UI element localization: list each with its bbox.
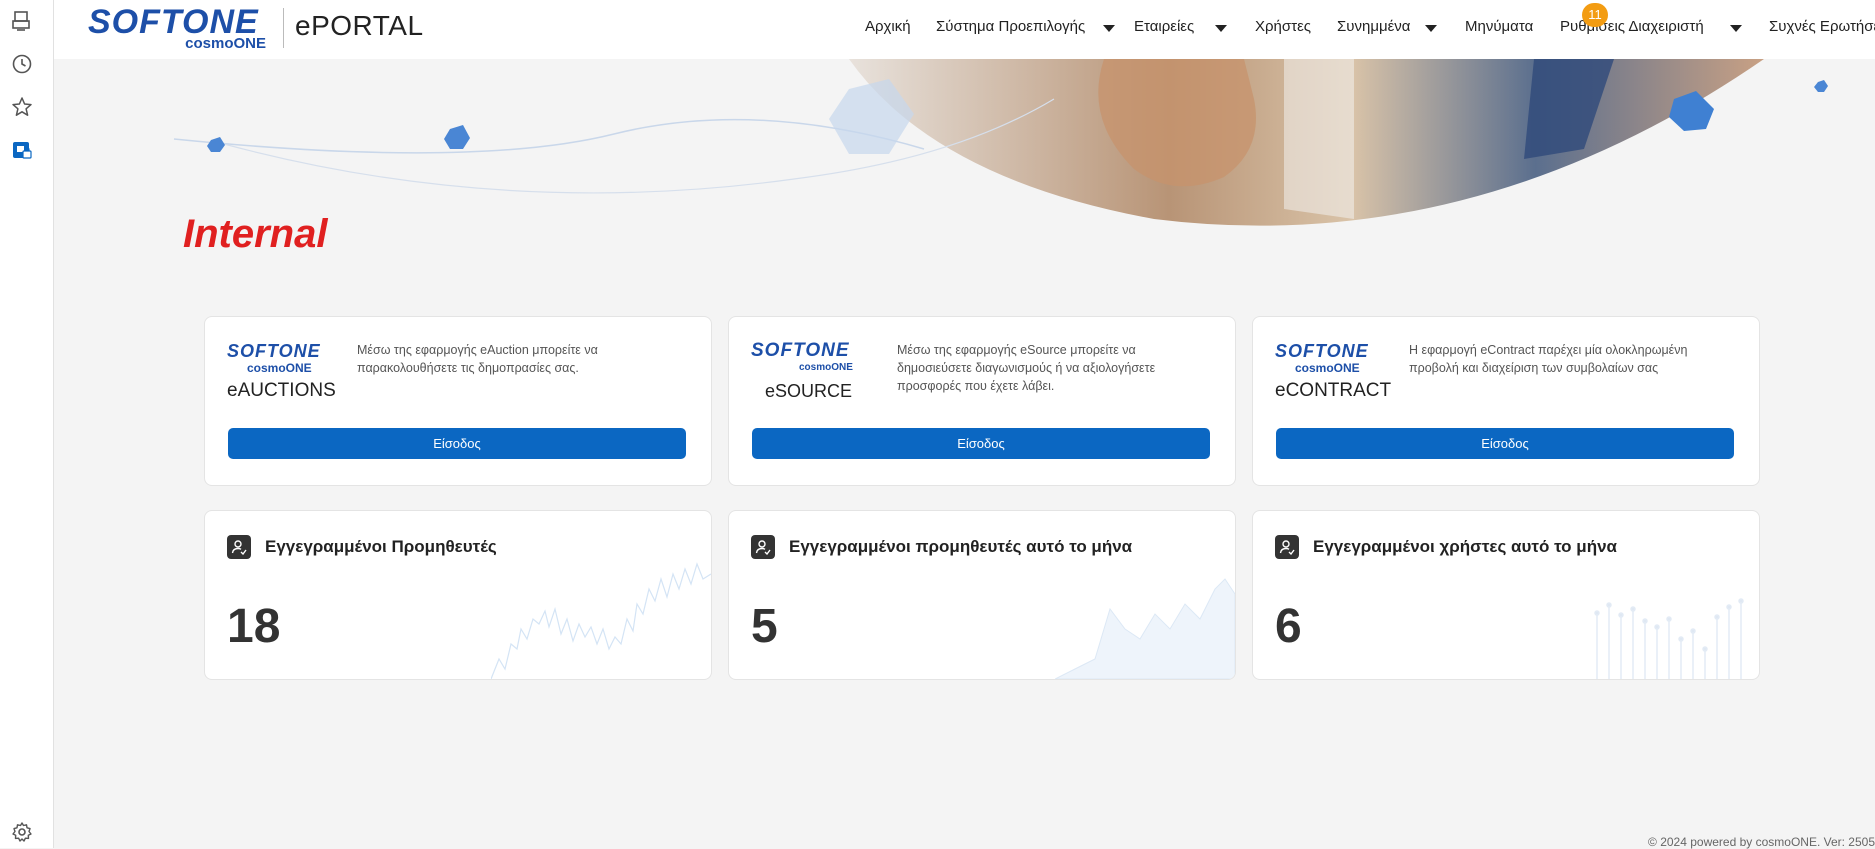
chevron-down-icon[interactable]: [1730, 25, 1742, 32]
sparkline-decoration: [491, 562, 711, 679]
app-brand: SOFTONE: [1275, 341, 1369, 361]
nav-home[interactable]: Αρχική: [865, 18, 911, 35]
app-product-name: eAUCTIONS: [227, 380, 336, 401]
chevron-down-icon[interactable]: [1103, 25, 1115, 32]
page-heading: Internal: [183, 212, 328, 256]
eauctions-enter-button[interactable]: Είσοδος: [228, 428, 686, 459]
footer-copyright: © 2024 powered by cosmoONE. Ver: 2505: [1648, 835, 1875, 849]
chevron-down-icon[interactable]: [1425, 25, 1437, 32]
history-icon[interactable]: [10, 52, 34, 76]
user-check-icon: [1275, 535, 1299, 559]
eauctions-logo: SOFTONE cosmoONE eAUCTIONS: [227, 341, 337, 403]
nav-messages[interactable]: Μηνύματα: [1465, 18, 1533, 35]
app-card-econtract: SOFTONE cosmoONE eCONTRACT Η εφαρμογή eC…: [1252, 316, 1760, 486]
stat-card-users-this-month: Εγγεγραμμένοι χρήστες αυτό το μήνα 6: [1252, 510, 1760, 680]
nav-users[interactable]: Χρήστες: [1255, 18, 1311, 35]
app-product-name: eCONTRACT: [1275, 380, 1392, 401]
portal-switch-icon[interactable]: [10, 9, 34, 33]
esource-logo: SOFTONE cosmoONE eSOURCE: [751, 341, 861, 403]
econtract-logo: SOFTONE cosmoONE eCONTRACT: [1275, 341, 1392, 403]
econtract-enter-button[interactable]: Είσοδος: [1276, 428, 1734, 459]
app-description: Μέσω της εφαρμογής eSource μπορείτε να δ…: [897, 343, 1156, 393]
stat-title: Εγγεγραμμένοι Προμηθευτές: [265, 537, 497, 556]
stat-value: 18: [227, 600, 281, 653]
area-chart-decoration: [1055, 578, 1235, 679]
nav-admin-settings[interactable]: Ρυθμίσεις Διαχειριστή: [1560, 18, 1704, 35]
app-brand: SOFTONE: [227, 341, 321, 361]
stat-card-suppliers-this-month: Εγγεγραμμένοι προμηθευτές αυτό το μήνα 5: [728, 510, 1236, 680]
user-check-icon: [227, 535, 251, 559]
stat-card-registered-suppliers: Εγγεγραμμένοι Προμηθευτές 18: [204, 510, 712, 680]
nav-faq[interactable]: Συχνές Ερωτήσεις: [1769, 18, 1875, 35]
favorites-star-icon[interactable]: [10, 95, 34, 119]
nav-attachments[interactable]: Συνημμένα: [1337, 18, 1410, 35]
lollipop-chart-decoration: [1594, 598, 1744, 679]
nav-preselection-system[interactable]: Σύστημα Προεπιλογής: [936, 18, 1085, 35]
app-brand-sub: cosmoONE: [247, 361, 312, 375]
top-navigation-bar: SOFTONE cosmoONE ePORTAL Αρχική Σύστημα …: [54, 0, 1875, 59]
messages-count-badge: 11: [1582, 3, 1608, 27]
app-card-eauctions: SOFTONE cosmoONE eAUCTIONS Μέσω της εφαρ…: [204, 316, 712, 486]
stat-value: 6: [1275, 600, 1302, 653]
settings-gear-icon[interactable]: [10, 820, 34, 844]
app-product-name: eSOURCE: [765, 381, 853, 401]
user-check-icon: [751, 535, 775, 559]
hero-banner-image: [173, 59, 1828, 226]
app-description: Η εφαρμογή eContract παρέχει μία ολοκληρ…: [1409, 343, 1688, 375]
stat-title: Εγγεγραμμένοι χρήστες αυτό το μήνα: [1313, 537, 1617, 556]
app-description: Μέσω της εφαρμογής eAuction μπορείτε να …: [357, 343, 598, 375]
secure-document-icon[interactable]: [10, 138, 34, 162]
nav-companies[interactable]: Εταιρείες: [1134, 18, 1194, 35]
app-brand-sub: cosmoONE: [1295, 361, 1360, 375]
app-brand-sub: cosmoONE: [799, 362, 853, 373]
chevron-down-icon[interactable]: [1215, 25, 1227, 32]
left-rail: [0, 0, 54, 848]
stat-title: Εγγεγραμμένοι προμηθευτές αυτό το μήνα: [789, 537, 1133, 556]
app-card-esource: SOFTONE cosmoONE eSOURCE Μέσω της εφαρμο…: [728, 316, 1236, 486]
stat-value: 5: [751, 600, 778, 653]
app-brand: SOFTONE: [751, 340, 850, 361]
esource-enter-button[interactable]: Είσοδος: [752, 428, 1210, 459]
